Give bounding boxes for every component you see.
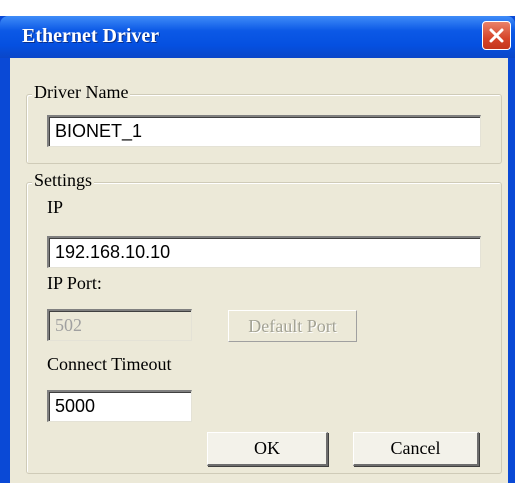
driver-name-input[interactable]: BIONET_1	[47, 115, 481, 147]
close-icon	[489, 28, 504, 43]
ok-button[interactable]: OK	[207, 432, 328, 466]
dialog-client-area: Driver Name BIONET_1 Settings IP 192.168…	[10, 58, 508, 483]
ip-label: IP	[47, 197, 64, 217]
connect-timeout-label: Connect Timeout	[47, 354, 172, 374]
ethernet-driver-dialog: Ethernet Driver Driver Name BIONET_1 Set…	[0, 16, 515, 483]
title-bar[interactable]: Ethernet Driver	[0, 16, 515, 58]
close-button[interactable]	[482, 21, 511, 50]
window-title: Ethernet Driver	[22, 25, 160, 47]
connect-timeout-input[interactable]: 5000	[47, 390, 192, 422]
settings-group-label: Settings	[32, 170, 95, 191]
ip-address-input[interactable]: 192.168.10.10	[47, 236, 481, 268]
default-port-button: Default Port	[228, 310, 357, 342]
driver-name-group-label: Driver Name	[32, 82, 131, 103]
ip-port-label: IP Port:	[47, 273, 102, 293]
ip-port-input: 502	[47, 309, 192, 341]
cancel-button[interactable]: Cancel	[353, 432, 479, 466]
